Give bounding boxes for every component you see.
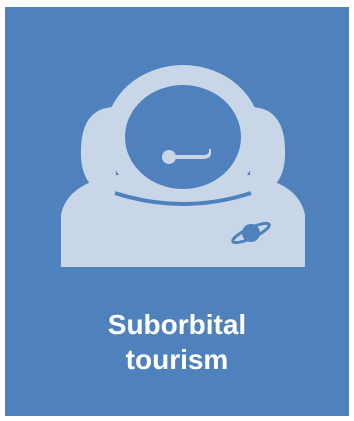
astronaut-helmet-icon xyxy=(61,65,305,267)
tile-title-line2: tourism xyxy=(125,344,229,375)
tile-title: Suborbital tourism xyxy=(5,307,349,377)
suborbital-tourism-tile[interactable]: Suborbital tourism xyxy=(5,7,349,416)
tile-title-line1: Suborbital xyxy=(107,309,247,340)
